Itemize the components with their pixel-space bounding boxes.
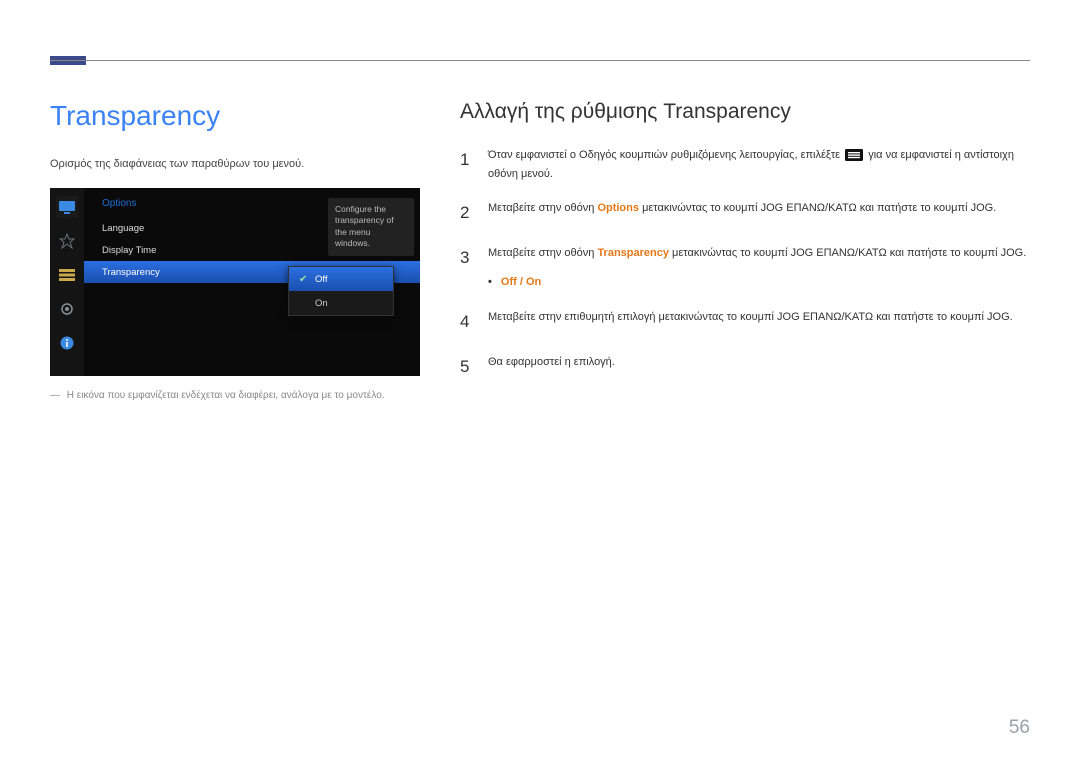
step-body: Μεταβείτε στην οθόνη Transparency μετακι… <box>488 244 1030 291</box>
step-body: Όταν εμφανιστεί ο Οδηγός κουμπιών ρυθμιζ… <box>488 146 1030 183</box>
osd-tooltip: Configure the transparency of the menu w… <box>328 198 414 256</box>
step-1: 1 Όταν εμφανιστεί ο Οδηγός κουμπιών ρυθμ… <box>460 146 1030 183</box>
osd-screenshot: Options Language English Display Time Tr… <box>50 188 420 376</box>
step-number: 1 <box>460 146 472 183</box>
highlight-options: Options <box>597 202 639 214</box>
step-number: 3 <box>460 244 472 291</box>
osd-popup-label: Off <box>315 274 328 285</box>
section-description: Ορισμός της διαφάνειας των παραθύρων του… <box>50 158 420 170</box>
right-column: Αλλαγή της ρύθμισης Transparency 1 Όταν … <box>460 100 1030 401</box>
step-5: 5 Θα εφαρμοστεί η επιλογή. <box>460 353 1030 382</box>
bullet-dot: • <box>488 276 492 288</box>
step-number: 5 <box>460 353 472 382</box>
list-icon <box>56 264 78 286</box>
section-title: Transparency <box>50 100 420 132</box>
menu-icon <box>845 149 863 161</box>
step-text: Μεταβείτε στην επιθυμητή επιλογή μετακιν… <box>488 311 1013 323</box>
highlight-off-on: Off / On <box>501 276 541 288</box>
osd-row-label: Display Time <box>102 245 352 256</box>
osd-popup: ✔ Off On <box>288 266 394 316</box>
instructions-title: Αλλαγή της ρύθμισης Transparency <box>460 100 1030 124</box>
step-number: 2 <box>460 199 472 228</box>
step-text: Όταν εμφανιστεί ο Οδηγός κουμπιών ρυθμιζ… <box>488 149 843 161</box>
osd-body: Options Language English Display Time Tr… <box>84 188 420 376</box>
page-number: 56 <box>1009 717 1030 739</box>
gear-icon <box>56 298 78 320</box>
osd-popup-item-on: On <box>289 291 393 315</box>
highlight-transparency: Transparency <box>597 247 669 259</box>
info-icon <box>56 332 78 354</box>
note-text: Η εικόνα που εμφανίζεται ενδέχεται να δι… <box>67 390 385 401</box>
left-column: Transparency Ορισμός της διαφάνειας των … <box>50 100 420 401</box>
step-text: μετακινώντας το κουμπί JOG ΕΠΑΝΩ/ΚΑΤΩ κα… <box>642 202 996 214</box>
step-text: Μεταβείτε στην οθόνη <box>488 247 597 259</box>
steps-list: 1 Όταν εμφανιστεί ο Οδηγός κουμπιών ρυθμ… <box>460 146 1030 381</box>
step-sub-bullet: • Off / On <box>488 273 1030 292</box>
step-text: μετακινώντας το κουμπί JOG ΕΠΑΝΩ/ΚΑΤΩ κα… <box>672 247 1026 259</box>
osd-sidebar <box>50 188 84 376</box>
osd-popup-item-off: ✔ Off <box>289 267 393 291</box>
osd-row-label: Language <box>102 223 352 234</box>
star-icon <box>56 230 78 252</box>
step-3: 3 Μεταβείτε στην οθόνη Transparency μετα… <box>460 244 1030 291</box>
header-rule <box>50 60 1030 61</box>
step-number: 4 <box>460 308 472 337</box>
note-dash: ― <box>50 390 60 401</box>
step-body: Μεταβείτε στην επιθυμητή επιλογή μετακιν… <box>488 308 1030 337</box>
step-body: Θα εφαρμοστεί η επιλογή. <box>488 353 1030 382</box>
step-text: Μεταβείτε στην οθόνη <box>488 202 597 214</box>
monitor-icon <box>56 196 78 218</box>
step-text: Θα εφαρμοστεί η επιλογή. <box>488 356 615 368</box>
step-body: Μεταβείτε στην οθόνη Options μετακινώντα… <box>488 199 1030 228</box>
image-note: ― Η εικόνα που εμφανίζεται ενδέχεται να … <box>50 390 420 401</box>
step-4: 4 Μεταβείτε στην επιθυμητή επιλογή μετακ… <box>460 308 1030 337</box>
page-content: Transparency Ορισμός της διαφάνειας των … <box>50 100 1030 401</box>
step-2: 2 Μεταβείτε στην οθόνη Options μετακινών… <box>460 199 1030 228</box>
osd-popup-label: On <box>315 298 328 309</box>
check-icon: ✔ <box>299 274 309 285</box>
